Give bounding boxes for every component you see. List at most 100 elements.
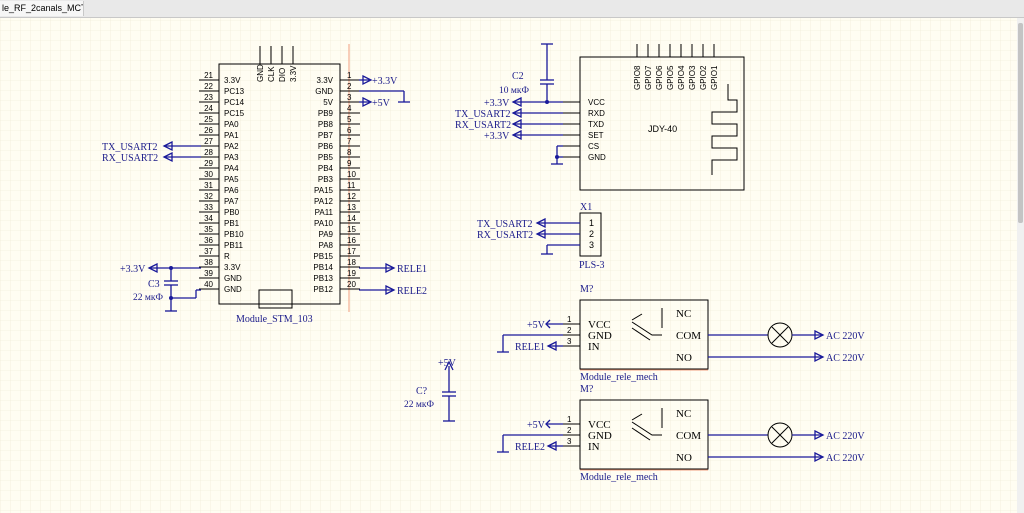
- stm-pin-number: 21: [204, 71, 213, 80]
- stm-pin-label: R: [224, 252, 230, 261]
- net-label-rx: RX_USART2: [102, 153, 158, 164]
- relay-pin-number: 1: [567, 315, 572, 324]
- stm-pin-label: PA12: [314, 197, 334, 206]
- stm-pin-label: PA5: [224, 175, 239, 184]
- stm-pin-number: 10: [347, 170, 356, 179]
- jdy40-gpio-label: GPIO6: [655, 65, 664, 90]
- stm-pin-label: GND: [315, 87, 333, 96]
- stm-pin-number: 15: [347, 225, 356, 234]
- stm-pin-number: 25: [204, 115, 213, 124]
- tab-document[interactable]: le_RF_2canals_MCT.SchDoc: [0, 1, 84, 16]
- stm-pin-number: 27: [204, 137, 213, 146]
- stm-pin-number: 37: [204, 247, 213, 256]
- stm-pin-label: PA8: [318, 241, 333, 250]
- net-label-rele-relay: RELE2: [515, 442, 545, 453]
- stm-pin-label: PA3: [224, 153, 239, 162]
- x1-pin: 1: [589, 218, 594, 228]
- stm-pin-label: GND: [224, 285, 242, 294]
- net-label-tx-x1: TX_USART2: [477, 219, 533, 230]
- net-label-rx-jdy: RX_USART2: [455, 120, 511, 131]
- stm-pin-number: 12: [347, 192, 356, 201]
- net-label-3v3-c3: +3.3V: [120, 264, 146, 275]
- jdy40-pin-label: CS: [588, 142, 599, 151]
- net-label-3v3-jdy: +3.3V: [484, 98, 510, 109]
- stm-pin-number: 16: [347, 236, 356, 245]
- relay-pin-number: 3: [567, 437, 572, 446]
- x1-pin: 2: [589, 229, 594, 239]
- jdy40-pin-label: VCC: [588, 98, 605, 107]
- stm-pin-label: PB3: [318, 175, 334, 184]
- stm-top-pin-label: 3.3V: [289, 65, 298, 82]
- stm-pin-number: 17: [347, 247, 356, 256]
- stm-pin-number: 28: [204, 148, 213, 157]
- stm-pin-number: 26: [204, 126, 213, 135]
- net-label-rele-relay: RELE1: [515, 342, 545, 353]
- c3-value: 22 мкФ: [133, 293, 164, 303]
- jdy40-pin-label: SET: [588, 131, 604, 140]
- c2-value: 10 мкФ: [499, 86, 530, 96]
- stm-pin-number: 4: [347, 104, 352, 113]
- relay-contact-label: NC: [676, 408, 691, 420]
- schematic-canvas[interactable]: 213.3V22PC1323PC1424PC1525PA026PA127PA22…: [0, 18, 1017, 513]
- relay-pin-number: 2: [567, 326, 572, 335]
- relay-designator: M?: [580, 384, 594, 395]
- jdy40-gpio-label: GPIO5: [666, 65, 675, 90]
- scrollbar-thumb[interactable]: [1018, 23, 1023, 223]
- jdy40-pin-label: TXD: [588, 120, 604, 129]
- net-label-rele2: RELE2: [397, 286, 427, 297]
- stm-pin-label: PB13: [313, 274, 333, 283]
- relay-contact-label: COM: [676, 330, 701, 342]
- jdy40-gpio-label: GPIO8: [633, 65, 642, 90]
- stm-pin-number: 29: [204, 159, 213, 168]
- stm-pin-number: 39: [204, 269, 213, 278]
- jdy40-gpio-label: GPIO7: [644, 65, 653, 90]
- stm-pin-label: PB1: [224, 219, 240, 228]
- stm-pin-label: PB7: [318, 131, 334, 140]
- stm-pin-label: PC15: [224, 109, 245, 118]
- stm-pin-number: 8: [347, 148, 352, 157]
- stm-pin-number: 3: [347, 93, 352, 102]
- stm-pin-number: 7: [347, 137, 352, 146]
- x1-name: PLS-3: [579, 260, 605, 271]
- relay-contact-label: NO: [676, 352, 692, 364]
- net-label-3v3: +3.3V: [372, 76, 398, 87]
- stm-pin-label: PB8: [318, 120, 334, 129]
- relay-contact-label: NC: [676, 308, 691, 320]
- stm-pin-number: 1: [347, 71, 352, 80]
- stm-pin-label: PB5: [318, 153, 334, 162]
- stm-pin-label: PB0: [224, 208, 240, 217]
- stm-pin-number: 36: [204, 236, 213, 245]
- stm-pin-number: 6: [347, 126, 352, 135]
- net-label-tx-jdy: TX_USART2: [455, 109, 511, 120]
- stm-pin-number: 33: [204, 203, 213, 212]
- jdy40-gpio-label: GPIO3: [688, 65, 697, 90]
- stm-pin-label: 3.3V: [224, 263, 241, 272]
- stm-pin-number: 32: [204, 192, 213, 201]
- stm-pin-number: 5: [347, 115, 352, 124]
- jdy40-gpio-label: GPIO1: [710, 65, 719, 90]
- stm-pin-number: 40: [204, 280, 213, 289]
- net-label-5v-relay: +5V: [527, 420, 546, 431]
- stm-pin-number: 13: [347, 203, 356, 212]
- stm-pin-label: PA0: [224, 120, 239, 129]
- stm-name: Module_STM_103: [236, 314, 313, 325]
- stm-pin-label: PA10: [314, 219, 334, 228]
- stm-pin-label: PA11: [315, 208, 334, 217]
- stm-pin-label: PB9: [318, 109, 334, 118]
- cq-value: 22 мкФ: [404, 400, 435, 410]
- stm-pin-label: PA15: [314, 186, 334, 195]
- stm-pin-label: PC13: [224, 87, 245, 96]
- cq-designator: C?: [416, 386, 428, 397]
- stm-pin-number: 9: [347, 159, 352, 168]
- stm-pin-label: PB14: [313, 263, 333, 272]
- jdy40-name: JDY-40: [648, 124, 677, 134]
- relay-pin-number: 2: [567, 426, 572, 435]
- c2-designator: C2: [512, 71, 524, 82]
- relay-contact-label: COM: [676, 430, 701, 442]
- stm-pin-label: GND: [224, 274, 242, 283]
- stm-pin-label: PA2: [224, 142, 239, 151]
- stm-pin-label: PB10: [224, 230, 244, 239]
- net-label-5v-c: +5V: [438, 358, 457, 369]
- net-label-ac: AC 220V: [826, 353, 865, 364]
- vertical-scrollbar[interactable]: [1017, 18, 1024, 513]
